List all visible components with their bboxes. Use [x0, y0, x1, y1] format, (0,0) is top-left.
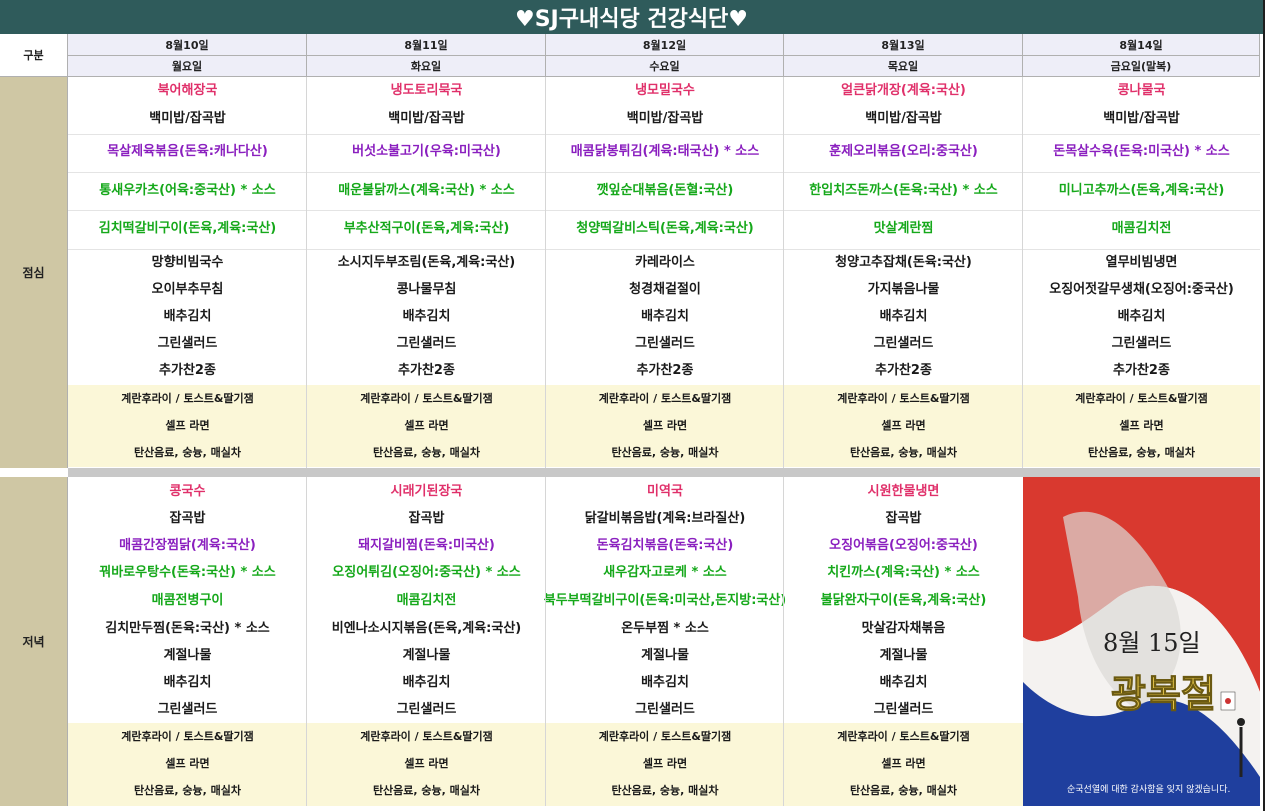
lunch-menu-item: 콩나물국: [1117, 83, 1166, 98]
dinner-menu-item: 잡곡밥: [408, 510, 445, 526]
category-header: 구분: [0, 34, 68, 77]
dinner-menu-item: 계절나물: [641, 647, 689, 663]
dinner-menu-item: 새우감자고로케 * 소스: [603, 564, 727, 580]
dinner-extra-item: 탄산음료, 숭늉, 매실차: [849, 784, 958, 797]
liberation-day-banner: 8월 15일 광복절 순국선열에 대한 감사함을 잊지 않겠습니다.: [1023, 477, 1260, 806]
dinner-extra-item: 셀프 라면: [165, 756, 210, 770]
dinner-menu-item: 꿔바로우탕수(돈육:국산) * 소스: [99, 564, 276, 580]
lunch-menu-item: 백미밥/잡곡밥: [1103, 110, 1180, 126]
dinner-menu-item: 온두부찜 * 소스: [621, 620, 709, 636]
dinner-menu-item: 배추김치: [641, 674, 689, 690]
dinner-menu-item: 매콤김치전: [396, 593, 457, 608]
dinner-menu-item: 매콤전병구이: [151, 593, 224, 608]
dinner-menu-item: 계절나물: [163, 647, 212, 663]
column-divider: [783, 77, 784, 468]
dinner-menu-item: 닭갈비볶음밥(계육:브라질산): [584, 510, 746, 526]
dinner-menu-item: 비엔나소시지볶음(돈육,계육:국산): [331, 620, 522, 636]
dinner-day-column: 미역국닭갈비볶음밥(계육:브라질산) 돈육김치볶음(돈육:국산) 새우감자고로케 *…: [543, 0, 787, 806]
banner-title: 광복절: [1111, 671, 1217, 717]
dinner-menu-item: 미역국: [647, 484, 683, 499]
dinner-day-column: 시래기된장국잡곡밥돼지갈비찜(돈육:미국산) 오징어튀김(오징어:중국산) * 소…: [307, 0, 546, 806]
dinner-menu-item: 치킨까스(계육:국산) * 소스: [827, 564, 980, 580]
dinner-menu-item: 그린샐러드: [157, 701, 218, 717]
dinner-extra-item: 계란후라이 / 토스트&딸기잼: [837, 729, 970, 743]
lunch-menu-item: 그린샐러드: [1111, 335, 1172, 351]
banner-date: 8월 15일: [1103, 629, 1201, 657]
column-divider: [545, 77, 546, 468]
dinner-menu-item: 시래기된장국: [390, 484, 463, 499]
dinner-extra-item: 계란후라이 / 토스트&딸기잼: [598, 729, 732, 743]
lunch-menu-item: 배추김치: [1117, 308, 1166, 324]
dinner-menu-item: 그린샐러드: [635, 701, 695, 717]
dinner-menu-item: 돼지갈비찜(돈육:미국산): [358, 537, 495, 553]
lunch-menu-item: 열무비빔냉면: [1105, 254, 1178, 270]
dinner-extra-item: 탄산음료, 숭늉, 매실차: [611, 784, 719, 797]
dinner-menu-item: 맛살감자채볶음: [861, 620, 946, 636]
dinner-menu-item: 배추김치: [402, 674, 451, 690]
dinner-extra-item: 계란후라이 / 토스트&딸기잼: [360, 729, 493, 743]
dinner-menu-item: 오징어튀김(오징어:중국산) * 소스: [332, 564, 521, 580]
dinner-extra-item: 셀프 라면: [404, 756, 449, 770]
dinner-menu-item: 배추김치: [879, 674, 928, 690]
dinner-day-column: 시원한물냉면잡곡밥오징어볶음(오징어:중국산) 치킨까스(계육:국산) * 소스불…: [784, 0, 1023, 806]
column-divider: [1022, 77, 1023, 468]
dinner-menu-item: 오징어볶음(오징어:중국산): [829, 537, 978, 553]
dinner-menu-item: 그린샐러드: [873, 701, 934, 717]
dinner-menu-item: 그린샐러드: [396, 701, 457, 717]
menu-sheet: ♥SJ구내식당 건강식단♥ 구분 8월10일 월요일 8월11일 화요일 8월12일 수요…: [0, 0, 1263, 811]
dinner-menu-item: 불닭완자구이(돈육,계육:국산): [820, 593, 987, 608]
dinner-menu-item: 김치만두찜(돈육:국산) * 소스: [105, 620, 270, 636]
lunch-extra-item: 계란후라이 / 토스트&딸기잼: [1075, 391, 1208, 405]
dinner-extra-item: 셀프 라면: [881, 756, 926, 770]
lunch-menu-item: 매콤김치전: [1111, 221, 1172, 236]
dinner-day-column: 콩국수잡곡밥매콤간장찜닭(계육:국산) 꿔바로우탕수(돈육:국산) * 소스매콤전…: [68, 0, 307, 806]
dinner-menu-item: 돈육김치볶음(돈육:국산): [596, 537, 734, 553]
dinner-extra-item: 탄산음료, 숭늉, 매실차: [372, 784, 481, 797]
dinner-menu-item: 계절나물: [879, 647, 928, 663]
column-divider: [306, 77, 307, 468]
dinner-label: 저녁: [0, 477, 68, 806]
dinner-menu-item: 시원한물냉면: [867, 484, 940, 499]
lunch-extra-item: 셀프 라면: [1119, 418, 1164, 432]
banner-caption: 순국선열에 대한 감사함을 잊지 않겠습니다.: [1067, 785, 1231, 795]
dinner-menu-item: 잡곡밥: [169, 510, 206, 526]
dinner-menu-item: 배추김치: [163, 674, 212, 690]
lunch-menu-item: 돈목살수육(돈육:미국산) * 소스: [1053, 144, 1230, 159]
dinner-menu-item: 계절나물: [402, 647, 451, 663]
column-divider: [306, 477, 307, 806]
dinner-menu-item: 북두부떡갈비구이(돈육:미국산,돈지방:국산): [543, 593, 787, 608]
dinner-extra-item: 셀프 라면: [642, 756, 688, 770]
column-divider: [783, 477, 784, 806]
lunch-menu-item: 추가찬2종: [1113, 363, 1170, 378]
column-divider: [545, 477, 546, 806]
dinner-extra-item: 탄산음료, 숭늉, 매실차: [133, 784, 242, 797]
lunch-menu-item: 미니고추까스(돈육,계육:국산): [1058, 182, 1225, 198]
lunch-label: 점심: [0, 77, 68, 468]
dinner-extra-item: 계란후라이 / 토스트&딸기잼: [121, 729, 254, 743]
lunch-menu-item: 오징어젓갈무생채(오징어:중국산): [1049, 282, 1234, 297]
dinner-menu-item: 매콤간장찜닭(계육:국산): [119, 537, 256, 553]
dinner-menu-item: 잡곡밥: [885, 510, 922, 526]
lunch-extra-item: 탄산음료, 숭늉, 매실차: [1087, 446, 1196, 459]
dinner-menu-item: 콩국수: [169, 484, 206, 499]
